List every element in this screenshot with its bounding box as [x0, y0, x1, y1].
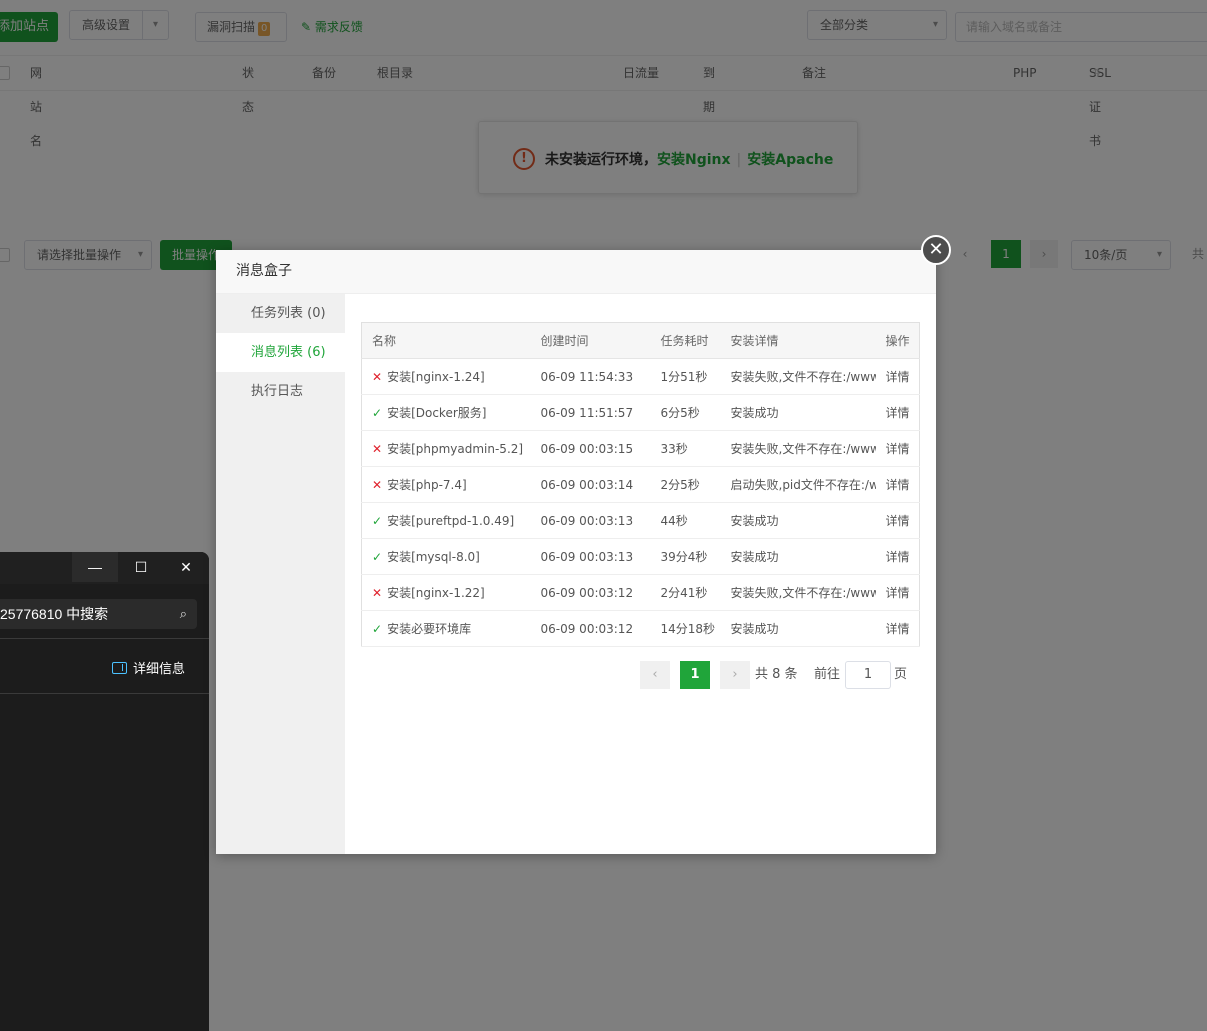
total-count: 共 8 条	[755, 667, 798, 682]
row-name: ✓ 安装[Docker服务]	[361, 394, 531, 431]
row-install-detail: 安装失败,文件不存在:/www/server/nginx	[720, 574, 876, 611]
check-icon: ✓	[372, 514, 383, 528]
table-header-row: 名称 创建时间 任务耗时 安装详情 操作	[361, 322, 920, 359]
detail-link[interactable]: 详情	[875, 538, 920, 575]
goto-label: 前往	[814, 667, 841, 682]
detail-link[interactable]: 详情	[875, 502, 920, 539]
row-created-time: 06-09 00:03:12	[530, 574, 651, 611]
detail-link[interactable]: 详情	[875, 574, 920, 611]
dialog-title: 消息盒子	[216, 250, 936, 294]
col-install-detail: 安装详情	[720, 322, 876, 359]
cross-icon: ✕	[372, 478, 383, 492]
row-install-detail: 安装成功	[720, 538, 876, 575]
detail-link[interactable]: 详情	[875, 610, 920, 647]
minimize-icon[interactable]: —	[72, 552, 118, 582]
row-name: ✓ 安装[pureftpd-1.0.49]	[361, 502, 531, 539]
row-install-detail: 安装失败,文件不存在:/www/server/nginx	[720, 358, 876, 395]
detail-link[interactable]: 详情	[875, 466, 920, 503]
prev-page-icon[interactable]: ‹	[640, 661, 670, 689]
details-pane-icon	[112, 662, 127, 674]
row-created-time: 06-09 00:03:13	[530, 502, 651, 539]
tab-task-list[interactable]: 任务列表 (0)	[216, 294, 345, 333]
divider	[0, 693, 209, 694]
details-label: 详细信息	[133, 661, 186, 676]
check-icon: ✓	[372, 406, 383, 420]
explorer-search-text: 25776810 中搜索	[0, 606, 109, 622]
divider	[0, 638, 209, 639]
details-button[interactable]: 详细信息	[112, 658, 185, 677]
row-duration: 2分41秒	[650, 574, 721, 611]
col-operation: 操作	[875, 322, 920, 359]
tab-execution-log[interactable]: 执行日志	[216, 372, 345, 411]
row-install-detail: 安装成功	[720, 394, 876, 431]
row-install-detail: 启动失败,pid文件不存在:/www/server/php	[720, 466, 876, 503]
col-name: 名称	[361, 322, 531, 359]
row-install-detail: 安装失败,文件不存在:/www/server/phpmyadmin	[720, 430, 876, 467]
row-created-time: 06-09 11:51:57	[530, 394, 651, 431]
row-duration: 6分5秒	[650, 394, 721, 431]
row-duration: 14分18秒	[650, 610, 721, 647]
row-duration: 39分4秒	[650, 538, 721, 575]
row-name: ✕ 安装[phpmyadmin-5.2]	[361, 430, 531, 467]
table-row: ✕ 安装[phpmyadmin-5.2] 06-09 00:03:15 33秒 安装失败…	[361, 430, 920, 467]
message-table: 名称 创建时间 任务耗时 安装详情 操作 ✕ 安装[nginx-1.24] 06-0…	[361, 322, 920, 647]
cross-icon: ✕	[372, 370, 383, 384]
cross-icon: ✕	[372, 442, 383, 456]
row-name: ✕ 安装[nginx-1.22]	[361, 574, 531, 611]
row-name: ✕ 安装[php-7.4]	[361, 466, 531, 503]
explorer-search-input[interactable]: 25776810 中搜索 ⌕	[0, 599, 197, 629]
row-name: ✓ 安装[mysql-8.0]	[361, 538, 531, 575]
goto-suffix: 页	[894, 667, 908, 682]
table-body: ✕ 安装[nginx-1.24] 06-09 11:54:33 1分51秒 安装失败,文…	[361, 358, 920, 647]
table-row: ✓ 安装[mysql-8.0] 06-09 00:03:13 39分4秒 安装成功 详情	[361, 538, 920, 575]
next-page-icon[interactable]: ›	[720, 661, 750, 689]
table-row: ✕ 安装[nginx-1.24] 06-09 11:54:33 1分51秒 安装失败,文…	[361, 358, 920, 395]
detail-link[interactable]: 详情	[875, 358, 920, 395]
row-install-detail: 安装成功	[720, 502, 876, 539]
row-duration: 1分51秒	[650, 358, 721, 395]
row-created-time: 06-09 00:03:14	[530, 466, 651, 503]
dialog-sidebar: 任务列表 (0) 消息列表 (6) 执行日志	[216, 294, 345, 854]
check-icon: ✓	[372, 550, 383, 564]
detail-link[interactable]: 详情	[875, 394, 920, 431]
message-box-dialog: 消息盒子 ✕ 任务列表 (0) 消息列表 (6) 执行日志 名称 创建时间 任务…	[216, 235, 951, 854]
row-name: ✓ 安装必要环境库	[361, 610, 531, 647]
check-icon: ✓	[372, 622, 383, 636]
table-row: ✕ 安装[nginx-1.22] 06-09 00:03:12 2分41秒 安装失败,文…	[361, 574, 920, 611]
table-row: ✓ 安装[Docker服务] 06-09 11:51:57 6分5秒 安装成功 详情	[361, 394, 920, 431]
row-created-time: 06-09 00:03:12	[530, 610, 651, 647]
maximize-icon[interactable]: ☐	[118, 552, 164, 582]
close-icon[interactable]: ✕	[921, 235, 951, 265]
search-icon: ⌕	[179, 606, 187, 621]
detail-link[interactable]: 详情	[875, 430, 920, 467]
cross-icon: ✕	[372, 586, 383, 600]
table-row: ✓ 安装[pureftpd-1.0.49] 06-09 00:03:13 44秒 安装成…	[361, 502, 920, 539]
close-icon[interactable]: ✕	[163, 552, 209, 582]
file-explorer-window: — ☐ ✕ 25776810 中搜索 ⌕ 详细信息	[0, 552, 209, 1031]
row-created-time: 06-09 11:54:33	[530, 358, 651, 395]
explorer-title-bar: — ☐ ✕	[0, 552, 209, 584]
col-duration: 任务耗时	[650, 322, 721, 359]
row-duration: 2分5秒	[650, 466, 721, 503]
row-name: ✕ 安装[nginx-1.24]	[361, 358, 531, 395]
table-row: ✓ 安装必要环境库 06-09 00:03:12 14分18秒 安装成功 详情	[361, 610, 920, 647]
row-duration: 33秒	[650, 430, 721, 467]
page-current[interactable]: 1	[680, 661, 710, 689]
row-created-time: 06-09 00:03:15	[530, 430, 651, 467]
row-duration: 44秒	[650, 502, 721, 539]
col-created-time: 创建时间	[530, 322, 651, 359]
row-install-detail: 安装成功	[720, 610, 876, 647]
goto-page-input[interactable]: 1	[845, 661, 891, 689]
row-created-time: 06-09 00:03:13	[530, 538, 651, 575]
table-row: ✕ 安装[php-7.4] 06-09 00:03:14 2分5秒 启动失败,pid文件…	[361, 466, 920, 503]
tab-message-list[interactable]: 消息列表 (6)	[216, 333, 345, 372]
